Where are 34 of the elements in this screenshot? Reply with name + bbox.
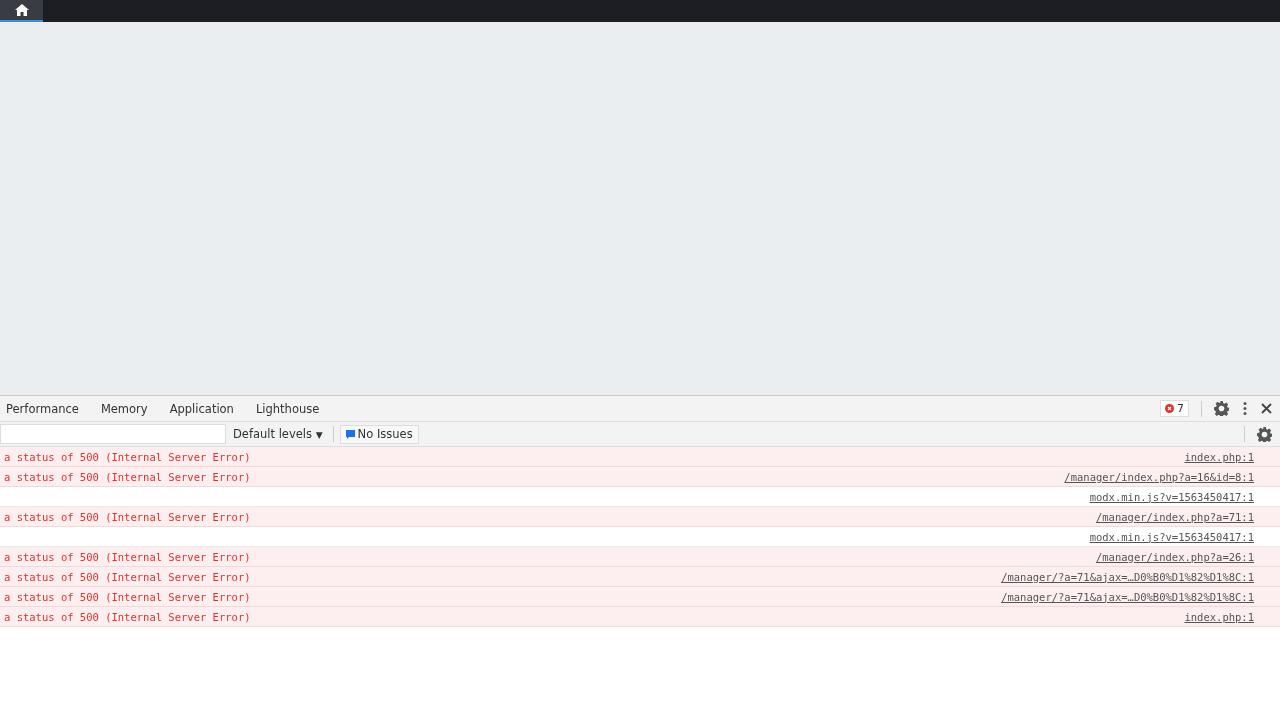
default-levels-dropdown[interactable]: Default levels ▼ (229, 427, 327, 441)
close-icon[interactable] (1261, 403, 1272, 414)
source-link[interactable]: /manager/?a=71&ajax=…D0%B0%D1%82%D1%8C:1 (1001, 590, 1254, 603)
devtools-tab[interactable]: Performance (0, 396, 90, 421)
source-link[interactable]: modx.min.js?v=1563450417:1 (1089, 490, 1254, 503)
devtools-tab[interactable]: Application (158, 396, 245, 421)
message-icon (345, 429, 355, 439)
issues-button[interactable]: No Issues (339, 424, 419, 444)
devtools-tab[interactable]: Lighthouse (244, 396, 331, 421)
settings-icon[interactable] (1257, 426, 1272, 442)
source-link[interactable]: /manager/index.php?a=26:1 (1095, 550, 1254, 563)
console-message: a status of 500 (Internal Server Error) (4, 510, 251, 523)
console-message: a status of 500 (Internal Server Error) (4, 450, 251, 463)
source-link[interactable]: /manager/index.php?a=71:1 (1095, 510, 1254, 523)
devtools-tab[interactable]: Memory (89, 396, 159, 421)
console-message: a status of 500 (Internal Server Error) (4, 470, 251, 483)
error-count: 7 (1177, 402, 1184, 415)
console-message: a status of 500 (Internal Server Error) (4, 610, 251, 623)
more-options-icon[interactable] (1243, 402, 1247, 415)
source-link[interactable]: index.php:1 (1184, 610, 1254, 623)
source-link[interactable]: /manager/index.php?a=16&id=8:1 (1064, 470, 1254, 483)
home-tab[interactable] (0, 0, 43, 22)
filter-field[interactable] (0, 424, 226, 444)
error-count-badge[interactable]: 7 (1160, 400, 1189, 417)
error-icon (1165, 404, 1174, 413)
source-link[interactable]: /manager/?a=71&ajax=…D0%B0%D1%82%D1%8C:1 (1001, 570, 1254, 583)
source-link[interactable]: index.php:1 (1184, 450, 1254, 463)
console-message: a status of 500 (Internal Server Error) (4, 550, 251, 563)
caret-icon: ▼ (315, 430, 323, 440)
console-message: a status of 500 (Internal Server Error) (4, 570, 251, 583)
settings-icon[interactable] (1214, 401, 1229, 416)
console-message: a status of 500 (Internal Server Error) (4, 590, 251, 603)
home-icon (14, 4, 29, 16)
source-link[interactable]: modx.min.js?v=1563450417:1 (1089, 530, 1254, 543)
